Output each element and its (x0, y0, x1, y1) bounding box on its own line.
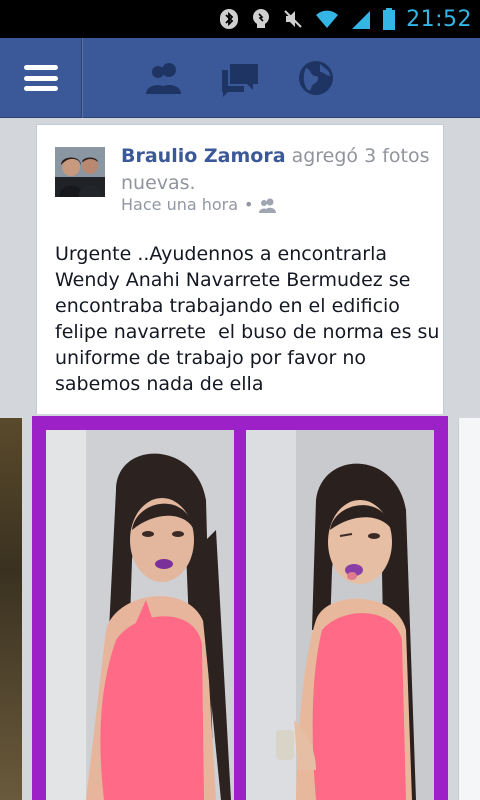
post-meta: Hace una hora • (121, 195, 277, 214)
author-avatar[interactable] (55, 147, 105, 197)
status-bar: 21:52 (0, 0, 480, 38)
photo-panel-left (46, 430, 234, 800)
wifi-icon (316, 10, 339, 28)
menu-button[interactable] (0, 38, 82, 118)
post-timestamp[interactable]: Hace una hora (121, 195, 238, 214)
photo-panel-right (246, 430, 434, 800)
post-message: Urgente ..Ayudennos a encontrarla Wendy … (55, 243, 440, 395)
menu-icon (23, 65, 58, 91)
avatar-photo (55, 147, 105, 197)
lightbulb-icon (253, 9, 270, 28)
mute-icon (284, 10, 302, 28)
friend-requests-icon[interactable] (144, 58, 184, 98)
author-name[interactable]: Braulio Zamora (121, 145, 286, 167)
friends-icon[interactable] (259, 197, 277, 213)
bluetooth-icon (220, 9, 239, 29)
signal-icon (352, 11, 371, 29)
post-card: Braulio Zamora agregó 3 fotos nuevas. Ha… (36, 124, 444, 414)
top-navigation-bar (0, 38, 480, 118)
clock: 21:52 (406, 6, 472, 32)
post-header: Braulio Zamora agregó 3 fotos nuevas. (121, 143, 431, 197)
notifications-globe-icon[interactable] (296, 58, 336, 98)
next-photo-peek[interactable] (458, 418, 480, 800)
messages-icon[interactable] (220, 58, 260, 98)
meta-separator: • (244, 195, 254, 214)
battery-icon (383, 8, 396, 30)
post-photo[interactable] (32, 416, 448, 800)
previous-photo-peek[interactable] (0, 418, 22, 800)
news-feed[interactable]: Braulio Zamora agregó 3 fotos nuevas. Ha… (0, 118, 480, 800)
